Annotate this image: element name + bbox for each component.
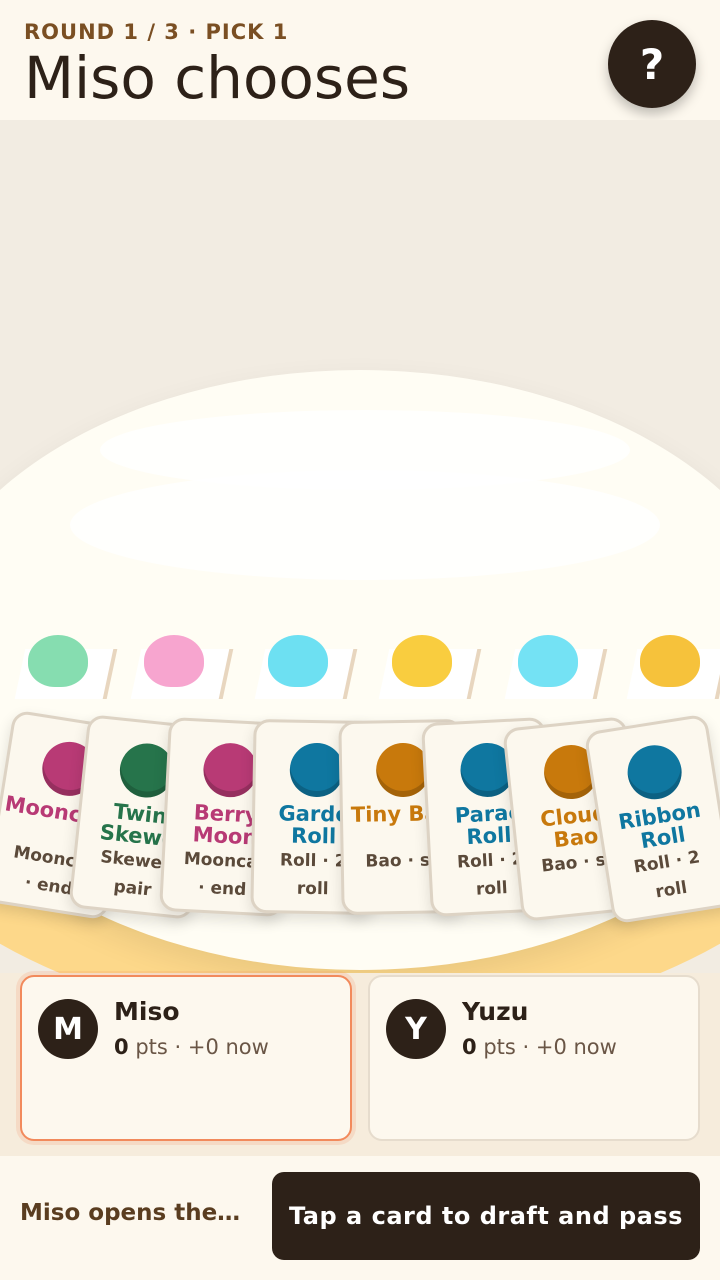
card-dumpling-icon bbox=[289, 742, 345, 798]
game-table: Moonc ke Mooncal · end Twin Skewe Skewer… bbox=[0, 120, 720, 973]
player-card-yuzu: Y Yuzu 0 pts · +0 now bbox=[368, 975, 700, 1141]
avatar: M bbox=[38, 999, 98, 1059]
player-name: Miso bbox=[114, 997, 180, 1026]
action-bar: Miso opens the… Tap a card to draft and … bbox=[0, 1156, 720, 1280]
top-header: ROUND 1 / 3 · PICK 1 Miso chooses ? bbox=[0, 0, 720, 120]
turn-title: Miso chooses bbox=[24, 44, 411, 112]
player-score-suffix: pts · +0 now bbox=[483, 1035, 617, 1059]
card-dumpling-icon bbox=[202, 741, 259, 799]
card-dumpling-icon bbox=[623, 741, 686, 804]
player-points: 0 bbox=[114, 1035, 129, 1059]
players-panel: M Miso 0 pts · +0 now Y Yuzu 0 pts · +0 … bbox=[0, 973, 720, 1156]
player-name: Yuzu bbox=[462, 997, 529, 1026]
player-card-miso: M Miso 0 pts · +0 now bbox=[20, 975, 352, 1141]
help-button[interactable]: ? bbox=[608, 20, 696, 108]
player-score-suffix: pts · +0 now bbox=[135, 1035, 269, 1059]
player-points: 0 bbox=[462, 1035, 477, 1059]
draft-and-pass-button[interactable]: Tap a card to draft and pass bbox=[272, 1172, 700, 1260]
player-score: 0 pts · +0 now bbox=[114, 1035, 269, 1059]
round-pick-indicator: ROUND 1 / 3 · PICK 1 bbox=[24, 20, 289, 44]
hand-cards: Moonc ke Mooncal · end Twin Skewe Skewer… bbox=[0, 120, 720, 973]
avatar: Y bbox=[386, 999, 446, 1059]
player-score: 0 pts · +0 now bbox=[462, 1035, 617, 1059]
status-message: Miso opens the… bbox=[20, 1200, 241, 1226]
